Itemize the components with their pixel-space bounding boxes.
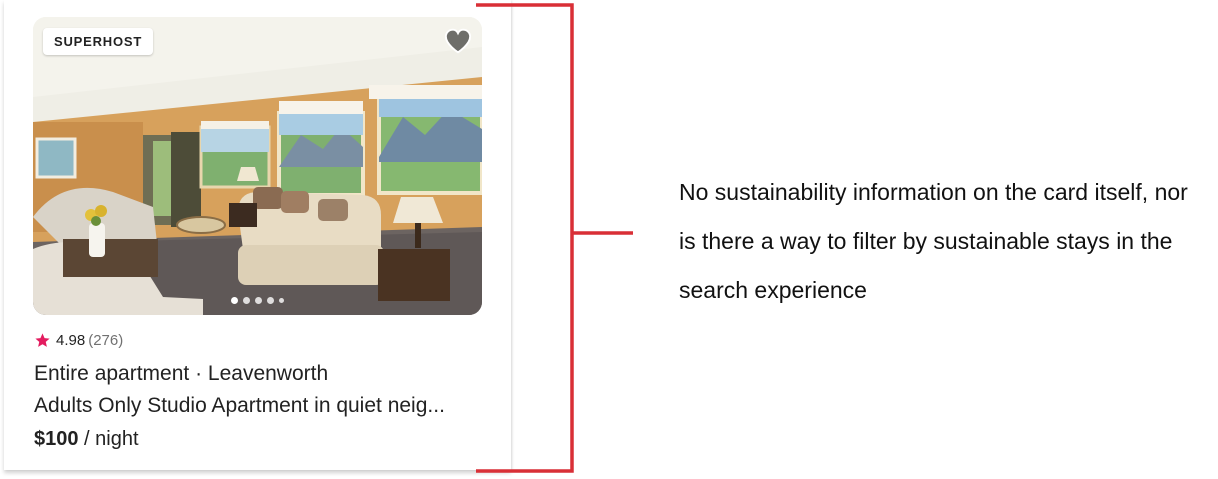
- annotation-text: No sustainability information on the car…: [679, 179, 1188, 303]
